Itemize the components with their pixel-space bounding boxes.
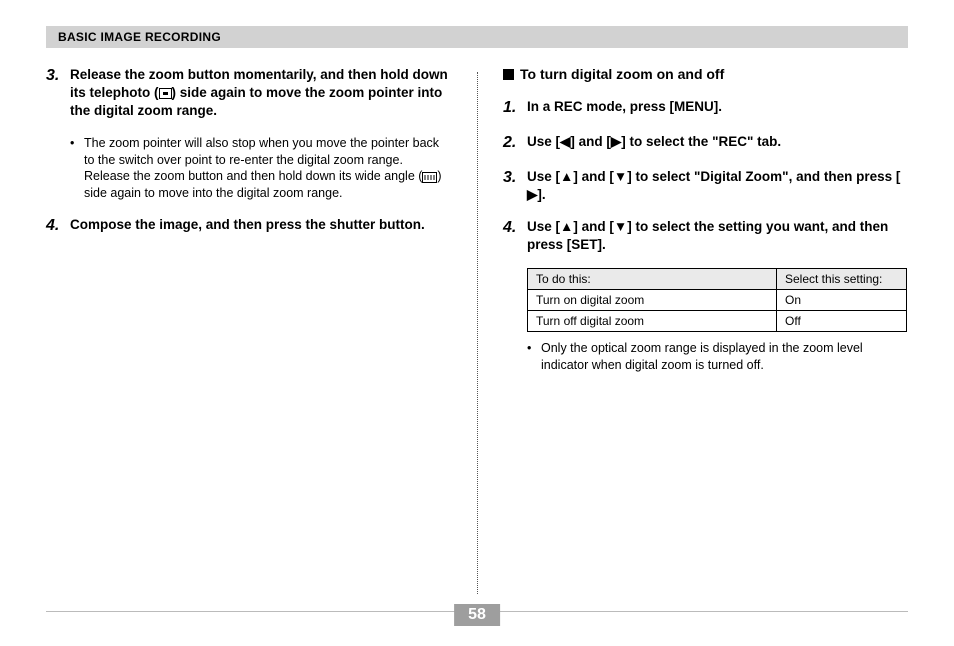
table-cell: On [777,290,907,311]
t: ] to select the "REC" tab. [621,134,781,149]
step-body: Compose the image, and then press the sh… [70,216,425,237]
subsection-title: To turn digital zoom on and off [503,66,908,82]
page-number: 58 [454,604,500,626]
square-bullet-icon [503,69,514,80]
step-number: 4. [46,216,70,237]
down-arrow-icon: ▼ [614,168,627,186]
t: ]. [537,187,545,202]
step-number: 1. [503,98,527,119]
t: ] and [ [570,134,611,149]
table-cell: Turn on digital zoom [528,290,777,311]
sub-bullet: • Only the optical zoom range is display… [527,340,908,374]
table-header: Select this setting: [777,269,907,290]
section-header-text: BASIC IMAGE RECORDING [58,30,221,44]
r-step-2: 2. Use [◀] and [▶] to select the "REC" t… [503,133,908,154]
sub-bullet: • The zoom pointer will also stop when y… [70,135,451,203]
section-header: BASIC IMAGE RECORDING [46,26,908,48]
step-4: 4. Compose the image, and then press the… [46,216,451,237]
t: Use [ [527,134,560,149]
up-arrow-icon: ▲ [560,168,573,186]
wide-angle-icon [422,172,437,183]
page: BASIC IMAGE RECORDING 3. Release the zoo… [0,0,954,646]
r-step-3: 3. Use [▲] and [▼] to select "Digital Zo… [503,168,908,204]
left-arrow-icon: ◀ [560,133,570,151]
text: The zoom pointer will also stop when you… [84,136,439,184]
t: Use [ [527,219,560,234]
table-row: Turn on digital zoom On [528,290,907,311]
subsection-title-text: To turn digital zoom on and off [520,66,724,82]
table-cell: Turn off digital zoom [528,311,777,332]
bullet-dot: • [527,340,541,374]
settings-table: To do this: Select this setting: Turn on… [527,268,907,332]
up-arrow-icon: ▲ [560,218,573,236]
step-number: 2. [503,133,527,154]
right-column: To turn digital zoom on and off 1. In a … [477,66,908,388]
down-arrow-icon: ▼ [614,218,627,236]
step-number: 4. [503,218,527,254]
table-cell: Off [777,311,907,332]
step-3: 3. Release the zoom button momentarily, … [46,66,451,121]
step-body: Use [◀] and [▶] to select the "REC" tab. [527,133,781,154]
column-divider [477,72,478,594]
r-step-4: 4. Use [▲] and [▼] to select the setting… [503,218,908,254]
t: ] to select "Digital Zoom", and then pre… [627,169,900,184]
step-body: Release the zoom button momentarily, and… [70,66,451,121]
t: Use [ [527,169,560,184]
table-row: Turn off digital zoom Off [528,311,907,332]
telephoto-icon [159,88,172,99]
t: ] and [ [573,169,614,184]
t: ] and [ [573,219,614,234]
step-body: Use [▲] and [▼] to select the setting yo… [527,218,908,254]
table-header: To do this: [528,269,777,290]
step-number: 3. [46,66,70,121]
left-column: 3. Release the zoom button momentarily, … [46,66,477,388]
right-arrow-icon: ▶ [527,186,537,204]
step-number: 3. [503,168,527,204]
table-header-row: To do this: Select this setting: [528,269,907,290]
step-body: In a REC mode, press [MENU]. [527,98,722,119]
right-arrow-icon: ▶ [611,133,621,151]
step-body: Use [▲] and [▼] to select "Digital Zoom"… [527,168,908,204]
bullet-text: Only the optical zoom range is displayed… [541,340,908,374]
bullet-text: The zoom pointer will also stop when you… [84,135,451,203]
bullet-dot: • [70,135,84,203]
r-step-1: 1. In a REC mode, press [MENU]. [503,98,908,119]
